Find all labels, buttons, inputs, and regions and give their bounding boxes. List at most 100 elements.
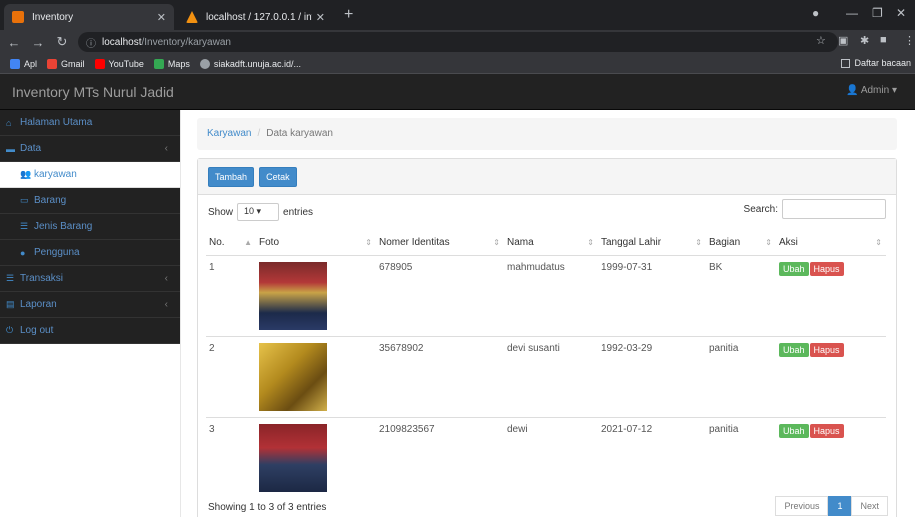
column-header-nama[interactable]: Nama ⇕ [504,231,598,256]
page-1-button[interactable]: 1 [828,496,852,516]
edit-button[interactable]: Ubah [779,423,809,438]
bookmark-label: YouTube [108,58,144,69]
pagination: Previous 1 Next [775,496,888,516]
maps-icon [153,58,164,69]
breadcrumb-link-karyawan[interactable]: Karyawan [207,128,251,139]
file-icon: ▤ [6,299,15,309]
search-label: Search: [743,203,778,215]
phpmyadmin-favicon-icon [186,11,198,23]
minimize-icon[interactable]: — [846,6,858,20]
bookmark-star-icon[interactable]: ☆ [816,34,826,47]
entries-select[interactable]: 10 ▾ [237,203,280,221]
browser-tab-bar: Inventory ✕ localhost / 127.0.0.1 / inve… [0,0,915,30]
bookmark-siakad[interactable]: siakadft.unuja.ac.id/... [199,58,301,69]
table-info: Showing 1 to 3 of 3 entries [208,502,327,513]
column-header-label: Foto [259,237,280,249]
delete-button[interactable]: Hapus [809,261,844,276]
sidebar-item-halaman-utama[interactable]: ⌂ Halaman Utama [0,110,180,136]
chevron-down-icon: ▾ [256,206,262,216]
bookmark-apps[interactable]: Apl [10,58,37,69]
back-icon[interactable]: ← [4,35,24,50]
sidebar-item-logout[interactable]: ⏻ Log out [0,318,180,344]
close-tab-icon[interactable]: ✕ [157,11,166,24]
table-row: 1 678905 mahmudatus 1999-07-31 BK Ubah Ha… [206,254,886,336]
table-row: 3 2109823567 dewi 2021-07-12 panitia Uba… [206,416,886,498]
breadcrumb: Karyawan / Data karyawan [197,118,897,150]
employee-photo [259,423,327,492]
column-header-label: Aksi [779,237,798,249]
entries-label: entries [283,206,314,218]
sidebar-item-transaksi[interactable]: ☰ Transaksi ‹ [0,266,180,292]
monitor-icon: ▭ [20,195,29,205]
app-favicon-icon [12,11,24,23]
url-host: localhost [102,36,142,48]
chevron-left-icon: ‹ [164,273,168,284]
column-header-no[interactable]: No. ▲ [206,231,256,256]
previous-page-button[interactable]: Previous [775,496,829,516]
forward-icon[interactable]: → [28,35,48,50]
delete-button[interactable]: Hapus [809,423,844,438]
column-header-bagian[interactable]: Bagian ⇕ [706,231,776,256]
column-header-label: No. [209,237,225,249]
column-header-label: Nama [507,237,534,249]
bookmark-gmail[interactable]: Gmail [47,58,85,69]
site-info-icon[interactable]: ⓘ [86,35,96,50]
search-input[interactable] [782,199,886,219]
sort-icon: ⇕ [365,238,372,247]
add-button[interactable]: Tambah [208,167,255,187]
extension-icon[interactable]: ▣ [838,34,848,47]
employee-photo [259,261,327,330]
column-header-label: Tanggal Lahir [601,237,662,249]
avatar[interactable]: ■ [880,34,887,46]
column-header-foto[interactable]: Foto ⇕ [256,231,376,256]
profile-icon[interactable]: ● [812,6,819,20]
table-header-row: No. ▲ Foto ⇕ Nomer Identitas ⇕ Nama ⇕ Tangga… [206,231,886,256]
panel-toolbar: Tambah Cetak [198,159,896,195]
delete-button[interactable]: Hapus [809,342,844,357]
breadcrumb-current: Data karyawan [266,128,333,139]
karyawan-table: No. ▲ Foto ⇕ Nomer Identitas ⇕ Nama ⇕ Tangga… [206,231,886,498]
new-tab-icon[interactable]: + [344,6,353,24]
close-window-icon[interactable]: ✕ [896,6,906,20]
sidebar-item-barang[interactable]: ▭ Barang [0,188,180,214]
tab-phpmyadmin[interactable]: localhost / 127.0.0.1 / inventory ✕ [178,4,333,30]
edit-button[interactable]: Ubah [779,261,809,276]
user-menu[interactable]: 👤 Admin ▾ [846,85,897,96]
cell-tanggal-lahir: 2021-07-12 [598,416,706,498]
entries-select-value: 10 [244,206,255,216]
sidebar-item-label: Transaksi [20,273,63,284]
sidebar-item-label: Data [20,143,42,154]
tab-inventory[interactable]: Inventory ✕ [4,4,174,30]
url-input[interactable]: ⓘ localhost/Inventory/karyawan [78,32,838,52]
cell-nama: mahmudatus [504,254,598,336]
column-header-aksi[interactable]: Aksi ⇕ [776,231,886,256]
sidebar-item-jenis-barang[interactable]: ☰ Jenis Barang [0,214,180,240]
reading-list[interactable]: Daftar bacaan [841,58,911,68]
next-page-button[interactable]: Next [851,496,888,516]
sidebar-item-data[interactable]: ▬ Data ‹ [0,136,180,162]
reading-list-label: Daftar bacaan [854,58,911,68]
column-header-tanggal-lahir[interactable]: Tanggal Lahir ⇕ [598,231,706,256]
print-button[interactable]: Cetak [259,167,297,187]
cell-id: 35678902 [376,335,504,417]
maximize-icon[interactable]: ❐ [872,6,883,20]
bookmark-maps[interactable]: Maps [153,58,190,69]
edit-button[interactable]: Ubah [779,342,809,357]
table-row: 2 35678902 devi susanti 1992-03-29 panit… [206,335,886,417]
chevron-left-icon: ‹ [164,299,168,310]
sidebar-item-karyawan[interactable]: 👥 karyawan [0,162,180,188]
browser-menu-icon[interactable]: ⋮ [904,34,915,47]
user-menu-label: Admin [860,85,890,96]
brand-title[interactable]: Inventory MTs Nurul Jadid [12,84,174,100]
sidebar-item-laporan[interactable]: ▤ Laporan ‹ [0,292,180,318]
sort-icon: ⇕ [493,238,500,247]
sidebar-item-label: Pengguna [34,247,80,258]
puzzle-icon[interactable]: ✱ [860,34,869,47]
reload-icon[interactable]: ↻ [52,34,72,50]
close-tab-icon[interactable]: ✕ [316,11,325,24]
bookmark-label: siakadft.unuja.ac.id/... [213,58,301,69]
sidebar-item-label: karyawan [34,169,77,180]
bookmark-youtube[interactable]: YouTube [94,58,144,69]
sidebar-item-pengguna[interactable]: ● Pengguna [0,240,180,266]
column-header-nomer-identitas[interactable]: Nomer Identitas ⇕ [376,231,504,256]
